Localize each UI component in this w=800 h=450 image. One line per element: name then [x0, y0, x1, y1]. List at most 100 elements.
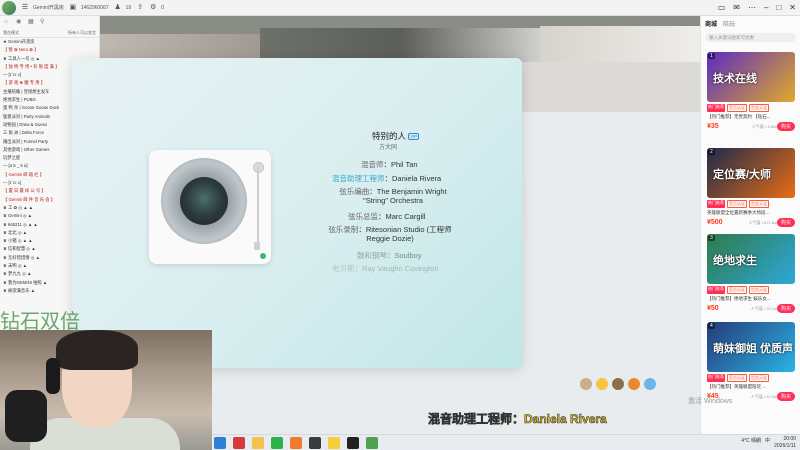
more-icon[interactable]: ⋯ [748, 3, 756, 13]
app-icon-yellow[interactable] [328, 437, 340, 449]
app-icon-black[interactable] [347, 437, 359, 449]
shop-search-input[interactable]: 输入关键词搜索可优惠 [705, 33, 796, 42]
product-price: ¥500 [707, 219, 723, 226]
product-card[interactable]: 3 绝地求生 热门推荐 官方认证 包含元宝 【热门推荐】绝地求生 娱乐女... ¥50 人气值… [707, 234, 795, 322]
taskbar-clock[interactable]: 20:00 2026/1/11 [774, 436, 796, 449]
settings-icon[interactable]: ⚙ [149, 4, 157, 12]
explorer-icon[interactable] [252, 437, 264, 449]
system-tray: 4°C 晴朗 中 [741, 437, 770, 444]
product-price-row: ¥35 人气值 • 126w 购买 [707, 122, 795, 131]
product-title[interactable]: 【热门推荐】绝地求生 娱乐女... [707, 296, 795, 302]
clock-date: 2026/1/11 [774, 442, 796, 449]
video-side-tile[interactable] [520, 62, 700, 112]
screen-icon[interactable]: ▭ [718, 3, 726, 13]
webcam-hair [56, 330, 138, 370]
video-tile-2[interactable] [260, 28, 540, 62]
mail-icon[interactable]: ✉ [733, 3, 740, 13]
product-title[interactable]: 【热门推荐】无畏契约 【钻石... [707, 114, 795, 120]
app-icon-green[interactable] [366, 437, 378, 449]
product-price-row: ¥500 人气值 • 671.8w 购买 [707, 218, 795, 227]
follower-count: 19 [125, 4, 132, 11]
product-tags: 热门推荐 官方认证 包含元宝 [707, 104, 795, 112]
gift-icon-1[interactable] [580, 378, 592, 390]
video-strip [100, 16, 700, 62]
minimize-icon[interactable]: – [764, 3, 768, 13]
home-icon[interactable]: ⌂ [4, 19, 11, 26]
menu-icon[interactable]: ☰ [21, 4, 29, 12]
credit-line: 鼓和钢琴：Soulboy [357, 250, 422, 261]
location-icon[interactable]: ◉ [16, 19, 23, 26]
tag-official: 官方认证 [727, 286, 747, 294]
credit-line: 弦乐编曲：The Benjamin Wright "String" Orches… [328, 187, 458, 205]
lyric-overlay: 混音助理工程师：Daniela Rivera [428, 412, 607, 427]
weather-status[interactable]: 4°C 晴朗 [741, 437, 761, 444]
product-price: ¥35 [707, 123, 719, 130]
credit-name: Ritesonian Studio (工程师Reggie Dozie) [365, 225, 452, 243]
tag-bonus: 包含元宝 [749, 200, 769, 208]
credit-name: Daniela Rivera [392, 174, 442, 183]
credit-line: 混音师：Phil Tan [361, 159, 418, 170]
credit-role: 电贝斯 [332, 264, 355, 273]
top-bar: ☰ Gemini开黑房 ▣ 1462960067 ♟ 19 ⇪ ⚙ 0 ▭ ✉ … [0, 0, 800, 16]
share-icon[interactable]: ⇪ [136, 4, 144, 12]
id-icon: ▣ [69, 3, 77, 11]
tag-official: 官方认证 [727, 200, 747, 208]
buy-button[interactable]: 购买 [776, 392, 795, 401]
product-image[interactable]: 1 技术在线 [707, 52, 795, 102]
song-artist[interactable]: 方大同 [379, 142, 397, 151]
credit-role: 弦乐录制 [328, 225, 359, 234]
product-popularity: 人气值 • 10.3w [750, 393, 777, 399]
buy-button[interactable]: 购买 [776, 218, 795, 227]
gift-icon-5[interactable] [644, 378, 656, 390]
channel-avatar[interactable] [2, 0, 16, 15]
channel-list-item[interactable]: ★ Gemini开黑房 [0, 38, 99, 46]
left-panel-header: 我在模式 所有人可以发言 [0, 29, 99, 38]
product-rank: 3 [708, 235, 715, 241]
wechat-icon[interactable] [271, 437, 283, 449]
product-tags: 热门推荐 官方认证 包含元宝 [707, 200, 795, 208]
credit-role: 混音师 [361, 160, 384, 169]
product-image-text: 萌妹御姐 优质声 [713, 343, 794, 355]
channel-list-item[interactable]: 【 暂 ✿ Nero ✿ 】 [0, 46, 99, 54]
tab-shop[interactable]: 商城 [705, 19, 717, 28]
credit-role: 弦乐编曲 [339, 187, 370, 196]
speak-permission[interactable]: 所有人可以发言 [68, 30, 96, 36]
credit-separator: ： [358, 225, 366, 234]
grid-icon[interactable]: ▦ [28, 19, 35, 26]
gift-icon-3[interactable] [612, 378, 624, 390]
app-icon-dark[interactable] [309, 437, 321, 449]
product-image[interactable]: 4 萌妹御姐 优质声 [707, 322, 795, 372]
edge-icon[interactable] [214, 437, 226, 449]
stream-watermark: 钻石双倍 [0, 309, 80, 333]
credit-role: 混音助理工程师 [332, 174, 385, 183]
close-icon[interactable]: ✕ [789, 3, 796, 13]
gift-icon-2[interactable] [596, 378, 608, 390]
buy-button[interactable]: 购买 [776, 304, 795, 313]
album-art [180, 177, 228, 225]
product-card[interactable]: 2 定位赛/大师热门推荐 官方认证 包含元宝 英雄联盟全位置新赛季大师段... ¥500 人… [707, 148, 795, 236]
maximize-icon[interactable]: □ [776, 3, 781, 13]
vinyl-disc [161, 158, 247, 244]
product-image[interactable]: 2 定位赛/大师 [707, 148, 795, 198]
buy-button[interactable]: 购买 [776, 122, 795, 131]
credit-name: Ray Vaughn Covington [362, 264, 439, 273]
product-card[interactable]: 1 技术在线热门推荐 官方认证 包含元宝 【热门推荐】无畏契约 【钻石... ¥35 人气值… [707, 52, 795, 140]
product-image[interactable]: 3 绝地求生 [707, 234, 795, 284]
app-icon-red[interactable] [233, 437, 245, 449]
search-icon[interactable]: ⚲ [40, 19, 47, 26]
product-title[interactable]: 【热门推荐】英雄联盟陪玩 ... [707, 384, 795, 390]
ime-indicator[interactable]: 中 [765, 437, 770, 444]
window-controls: ▭ ✉ ⋯ – □ ✕ [718, 3, 796, 13]
vip-badge: VIP [408, 133, 420, 141]
product-image-text: 定位赛/大师 [713, 169, 772, 181]
tab-companion[interactable]: 陪玩 [723, 19, 735, 28]
tag-bonus: 包含元宝 [749, 286, 769, 294]
video-tile-3[interactable] [540, 26, 700, 62]
shop-panel: 商城 陪玩 输入关键词搜索可优惠 1 技术在线 热门推荐 官方认证 包含元宝 【热门推荐】… [700, 16, 800, 434]
app-icon-orange[interactable] [290, 437, 302, 449]
product-popularity: 人气值 • 76.1w [750, 305, 777, 311]
product-title[interactable]: 英雄联盟全位置新赛季大师段... [707, 210, 795, 216]
tag-hot: 热门推荐 [707, 104, 725, 112]
gift-icon-4[interactable] [628, 378, 640, 390]
activate-windows-notice: 激活 Windows [688, 398, 733, 405]
